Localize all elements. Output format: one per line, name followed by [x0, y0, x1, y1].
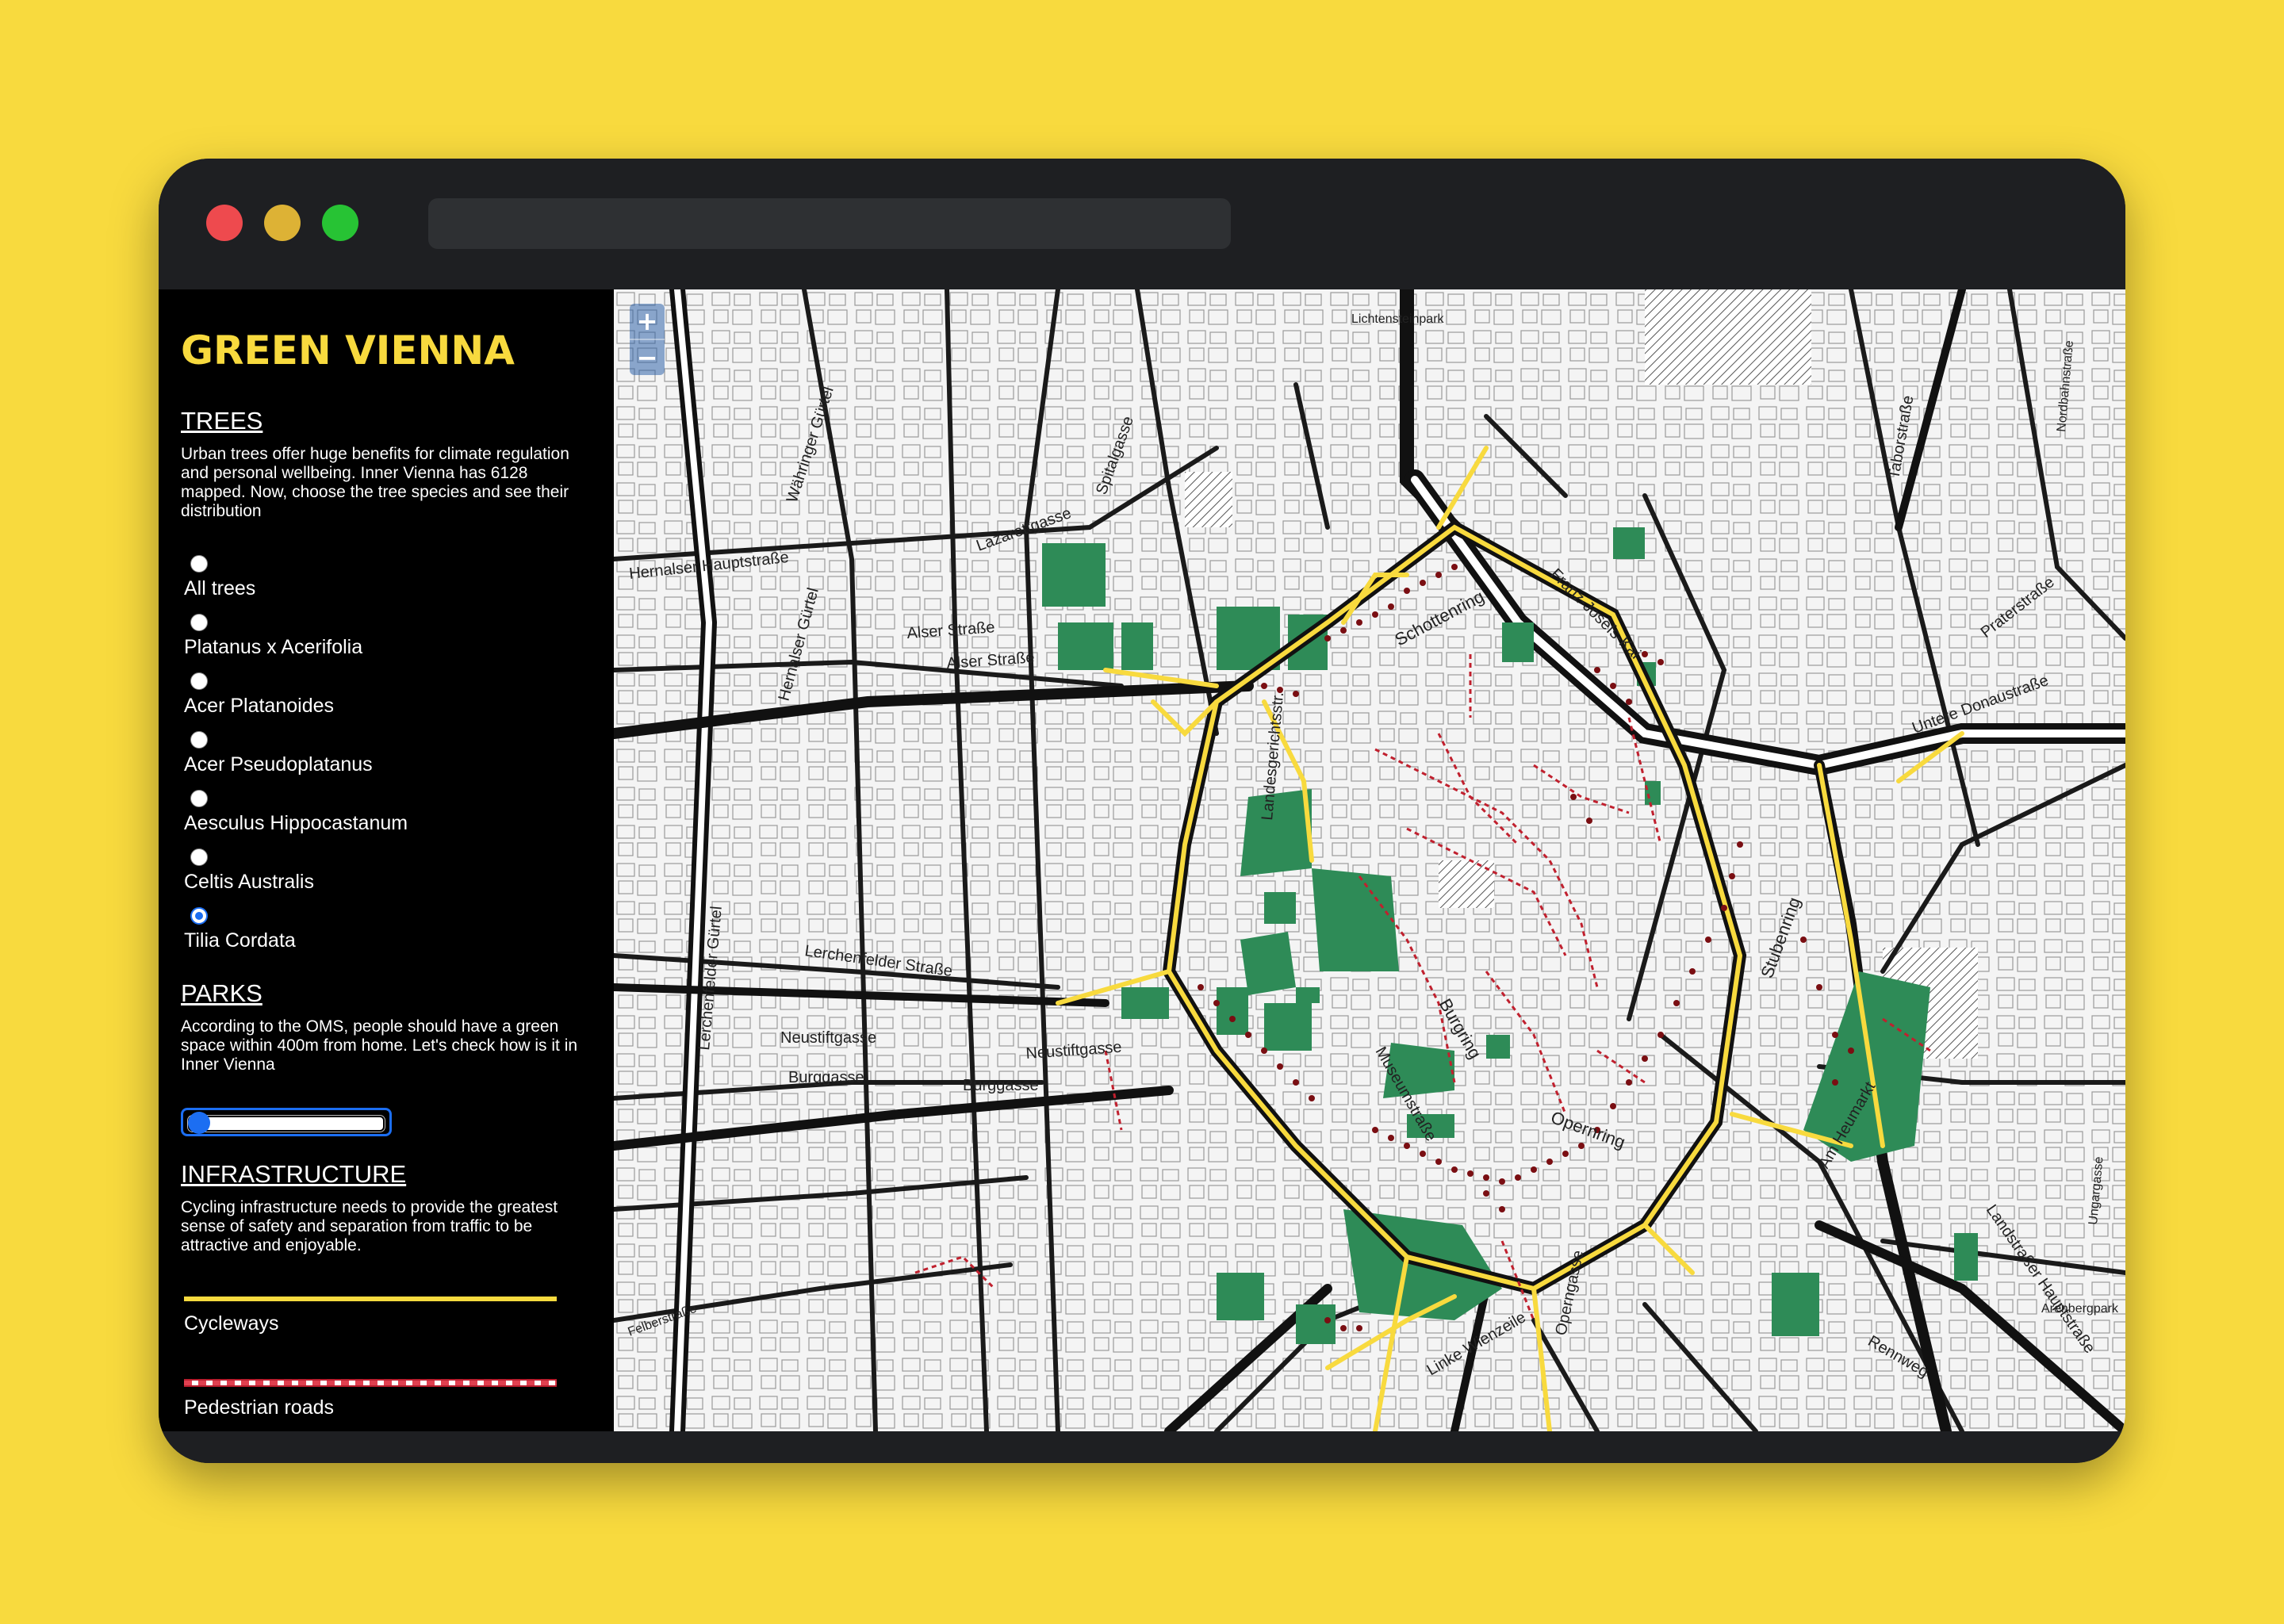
sidebar: GREEN VIENNA TREES Urban trees offer hug…: [159, 289, 614, 1431]
tree-option-label: Platanus x Acerifolia: [184, 636, 363, 658]
tree-option-platanus-x-acerifolia[interactable]: Platanus x Acerifolia: [181, 614, 577, 671]
pedestrian-roads-legend-label: Pedestrian roads: [184, 1396, 335, 1419]
pedestrian-roads-legend-swatch: [184, 1379, 557, 1387]
tree-option-acer-platanoides[interactable]: Acer Platanoides: [181, 672, 577, 730]
trees-description: Urban trees offer huge benefits for clim…: [181, 445, 569, 520]
maximize-window-icon[interactable]: [322, 205, 358, 241]
slider-thumb[interactable]: [188, 1112, 210, 1134]
zoom-control: + −: [630, 304, 665, 375]
street-label-burggasse-1: Burggasse: [788, 1069, 864, 1086]
trees-heading: TREES: [181, 407, 263, 435]
street-label-lichtensteinpark: Lichtensteinpark: [1351, 312, 1445, 326]
tree-option-label: Celtis Australis: [184, 871, 314, 893]
tree-option-aesculus-hippocastanum[interactable]: Aesculus Hippocastanum: [181, 790, 577, 847]
park-distance-slider[interactable]: [181, 1108, 392, 1136]
window-bottom-bar: [159, 1431, 2125, 1463]
zoom-in-button[interactable]: +: [630, 304, 665, 339]
street-label-burggasse-2: Burggasse: [963, 1077, 1039, 1094]
parks-heading: PARKS: [181, 979, 263, 1007]
radio-button-selected[interactable]: [190, 907, 208, 925]
app-title: GREEN VIENNA: [181, 327, 515, 373]
infrastructure-description: Cycling infrastructure needs to provide …: [181, 1198, 558, 1254]
cycleways-legend-label: Cycleways: [184, 1312, 279, 1335]
tree-option-label: Tilia Cordata: [184, 929, 296, 952]
tree-option-label: Acer Pseudoplatanus: [184, 753, 373, 776]
cycleways-legend-swatch: [184, 1297, 557, 1301]
street-label-arenbergpark: Arenbergpark: [2041, 1302, 2119, 1316]
address-bar[interactable]: [428, 198, 1231, 249]
tree-option-tilia-cordata[interactable]: Tilia Cordata: [181, 907, 577, 964]
slider-track: [188, 1116, 385, 1132]
minimize-window-icon[interactable]: [264, 205, 301, 241]
tree-option-label: Acer Platanoides: [184, 695, 335, 717]
radio-button[interactable]: [190, 731, 208, 749]
radio-button[interactable]: [190, 672, 208, 690]
radio-button[interactable]: [190, 614, 208, 631]
zoom-out-button[interactable]: −: [630, 340, 665, 375]
title-bar: [159, 159, 2125, 289]
radio-button[interactable]: [190, 848, 208, 866]
tree-option-celtis-australis[interactable]: Celtis Australis: [181, 848, 577, 906]
tree-option-all-trees[interactable]: All trees: [181, 555, 577, 612]
radio-button[interactable]: [190, 555, 208, 573]
tree-option-acer-pseudoplatanus[interactable]: Acer Pseudoplatanus: [181, 731, 577, 788]
browser-window: GREEN VIENNA TREES Urban trees offer hug…: [159, 159, 2125, 1463]
tree-option-label: Aesculus Hippocastanum: [184, 812, 408, 834]
tree-option-label: All trees: [184, 577, 256, 599]
map-view[interactable]: Lazarettgasse Spitalgasse Währinger Gürt…: [614, 289, 2125, 1431]
map-canvas[interactable]: Lazarettgasse Spitalgasse Währinger Gürt…: [614, 289, 2125, 1431]
infrastructure-heading: INFRASTRUCTURE: [181, 1160, 407, 1188]
close-window-icon[interactable]: [206, 205, 243, 241]
parks-description: According to the OMS, people should have…: [181, 1017, 578, 1074]
radio-button[interactable]: [190, 790, 208, 807]
street-label-neustiftgasse-1: Neustiftgasse: [780, 1029, 876, 1047]
